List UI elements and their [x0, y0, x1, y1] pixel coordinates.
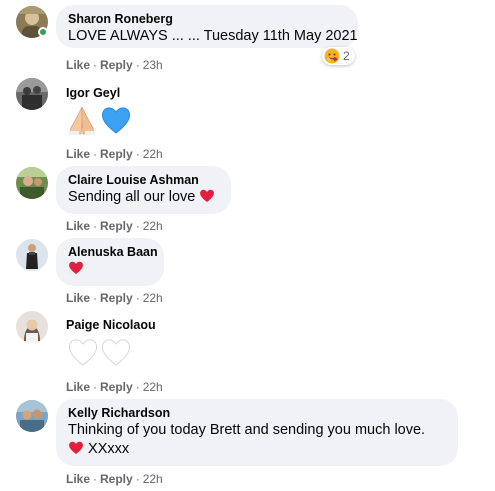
like-link[interactable]: Like [66, 380, 90, 394]
comment-bubble: Claire Louise Ashman Sending all our lov… [56, 166, 231, 214]
comment-text-line2: XXxxx [88, 441, 130, 457]
timestamp[interactable]: 22h [143, 291, 163, 305]
reply-link[interactable]: Reply [100, 380, 133, 394]
comment-actions: Like · Reply · 22h [66, 219, 163, 233]
white-heart-icon [101, 339, 131, 366]
comment-author[interactable]: Alenuska Baan [68, 245, 158, 260]
white-heart-icon [68, 339, 98, 366]
reaction-badge[interactable]: 2 [322, 47, 355, 65]
reply-link[interactable]: Reply [100, 58, 133, 72]
comment-author[interactable]: Igor Geyl [66, 86, 120, 101]
timestamp[interactable]: 22h [143, 147, 163, 161]
reply-link[interactable]: Reply [100, 472, 133, 486]
like-link[interactable]: Like [66, 472, 90, 486]
like-link[interactable]: Like [66, 58, 90, 72]
comment-bubble: Sharon Roneberg LOVE ALWAYS ... ... Tues… [56, 5, 358, 48]
avatar[interactable] [16, 167, 48, 199]
timestamp[interactable]: 22h [143, 472, 163, 486]
red-heart-icon [200, 189, 215, 202]
hug-reaction-icon [324, 48, 340, 64]
comment-actions: Like · Reply · 22h [66, 472, 163, 486]
avatar[interactable] [16, 78, 48, 110]
comment-text: Sending all our love [68, 189, 196, 205]
comment-actions: Like · Reply · 22h [66, 291, 163, 305]
reply-link[interactable]: Reply [100, 147, 133, 161]
comment-author[interactable]: Claire Louise Ashman [68, 173, 219, 188]
like-link[interactable]: Like [66, 291, 90, 305]
comment-text: LOVE ALWAYS ... ... Tuesday 11th May 202… [68, 28, 358, 44]
red-heart-icon [69, 261, 83, 274]
comment-bubble: Alenuska Baan [56, 238, 164, 286]
comment-actions: Like · Reply · 22h [66, 380, 163, 394]
comment-bubble: Kelly Richardson Thinking of you today B… [56, 399, 458, 466]
like-link[interactable]: Like [66, 147, 90, 161]
timestamp[interactable]: 22h [143, 219, 163, 233]
timestamp[interactable]: 23h [143, 58, 163, 72]
like-link[interactable]: Like [66, 219, 90, 233]
comment-author[interactable]: Paige Nicolaou [66, 318, 156, 333]
folded-hands-icon [69, 106, 95, 135]
comment-actions: Like · Reply · 23h [66, 58, 163, 72]
reply-link[interactable]: Reply [100, 219, 133, 233]
blue-heart-icon [102, 107, 130, 134]
comment-actions: Like · Reply · 22h [66, 147, 163, 161]
avatar[interactable] [16, 311, 48, 343]
online-status-dot [38, 27, 48, 37]
comment-author[interactable]: Sharon Roneberg [68, 12, 346, 27]
comment-author[interactable]: Kelly Richardson [68, 406, 446, 421]
avatar[interactable] [16, 400, 48, 432]
timestamp[interactable]: 22h [143, 380, 163, 394]
comment-text: Thinking of you today Brett and sending … [68, 422, 426, 438]
red-heart-icon [69, 441, 83, 454]
avatar[interactable] [16, 239, 48, 271]
reply-link[interactable]: Reply [100, 291, 133, 305]
reaction-count: 2 [343, 49, 350, 63]
